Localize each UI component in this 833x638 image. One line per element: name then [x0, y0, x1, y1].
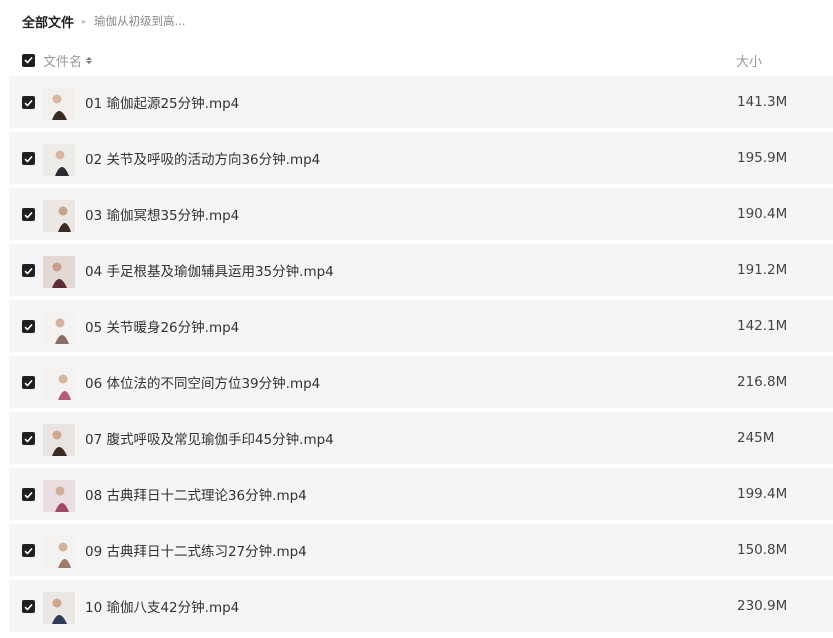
- row-checkbox[interactable]: [22, 376, 35, 389]
- select-all-checkbox[interactable]: [22, 53, 35, 67]
- check-icon: [24, 267, 33, 275]
- file-size: 199.4M: [737, 486, 788, 502]
- file-row[interactable]: 07 腹式呼吸及常见瑜伽手印45分钟.mp4 245M: [9, 412, 833, 464]
- file-row[interactable]: 09 古典拜日十二式练习27分钟.mp4 150.8M: [9, 524, 833, 576]
- video-thumbnail-icon[interactable]: [43, 592, 75, 624]
- breadcrumb-current: 瑜伽从初级到高...: [94, 14, 186, 28]
- file-size: 190.4M: [737, 206, 788, 222]
- video-thumbnail-icon[interactable]: [43, 368, 75, 400]
- file-size: 141.3M: [737, 94, 788, 110]
- file-size: 195.9M: [737, 150, 788, 166]
- row-checkbox[interactable]: [22, 320, 35, 333]
- file-name[interactable]: 07 腹式呼吸及常见瑜伽手印45分钟.mp4: [85, 428, 334, 448]
- video-thumbnail-icon[interactable]: [43, 536, 75, 568]
- file-size: 150.8M: [737, 542, 788, 558]
- row-checkbox[interactable]: [22, 152, 35, 165]
- breadcrumb-root[interactable]: 全部文件: [22, 12, 74, 31]
- row-checkbox[interactable]: [22, 432, 35, 445]
- file-name[interactable]: 05 关节暖身26分钟.mp4: [85, 316, 239, 336]
- video-thumbnail-icon[interactable]: [43, 480, 75, 512]
- row-checkbox[interactable]: [22, 208, 35, 221]
- file-size: 245M: [737, 430, 775, 446]
- file-row[interactable]: 04 手足根基及瑜伽辅具运用35分钟.mp4 191.2M: [9, 244, 833, 296]
- file-row[interactable]: 06 体位法的不同空间方位39分钟.mp4 216.8M: [9, 356, 833, 408]
- file-name[interactable]: 06 体位法的不同空间方位39分钟.mp4: [85, 372, 320, 392]
- check-icon: [24, 323, 33, 331]
- video-thumbnail-icon[interactable]: [43, 312, 75, 344]
- check-icon: [24, 155, 33, 163]
- row-checkbox[interactable]: [22, 600, 35, 613]
- row-checkbox[interactable]: [22, 96, 35, 109]
- file-name[interactable]: 02 关节及呼吸的活动方向36分钟.mp4: [85, 148, 320, 168]
- file-row[interactable]: 05 关节暖身26分钟.mp4 142.1M: [9, 300, 833, 352]
- breadcrumb: 全部文件 ▸ 瑜伽从初级到高...: [22, 11, 186, 31]
- check-icon: [24, 547, 33, 555]
- video-thumbnail-icon[interactable]: [43, 88, 75, 120]
- check-icon: [24, 491, 33, 499]
- file-row[interactable]: 02 关节及呼吸的活动方向36分钟.mp4 195.9M: [9, 132, 833, 184]
- row-checkbox[interactable]: [22, 264, 35, 277]
- file-name[interactable]: 04 手足根基及瑜伽辅具运用35分钟.mp4: [85, 260, 334, 280]
- check-icon: [24, 603, 33, 611]
- size-column-header[interactable]: 大小: [736, 51, 762, 70]
- sort-icon[interactable]: [86, 56, 93, 64]
- name-column-header[interactable]: 文件名: [43, 51, 93, 70]
- video-thumbnail-icon[interactable]: [43, 144, 75, 176]
- file-row[interactable]: 01 瑜伽起源25分钟.mp4 141.3M: [9, 76, 833, 128]
- file-row[interactable]: 03 瑜伽冥想35分钟.mp4 190.4M: [9, 188, 833, 240]
- row-checkbox[interactable]: [22, 488, 35, 501]
- check-icon: [24, 379, 33, 387]
- file-row[interactable]: 08 古典拜日十二式理论36分钟.mp4 199.4M: [9, 468, 833, 520]
- file-row[interactable]: 10 瑜伽八支42分钟.mp4 230.9M: [9, 580, 833, 632]
- video-thumbnail-icon[interactable]: [43, 424, 75, 456]
- video-thumbnail-icon[interactable]: [43, 200, 75, 232]
- check-icon: [24, 211, 33, 219]
- check-icon: [24, 99, 33, 107]
- file-name[interactable]: 01 瑜伽起源25分钟.mp4: [85, 92, 239, 112]
- file-size: 191.2M: [737, 262, 788, 278]
- name-column-label: 文件名: [43, 54, 83, 70]
- list-header: 文件名 大小: [22, 50, 833, 70]
- file-list: 01 瑜伽起源25分钟.mp4 141.3M 02 关节及呼吸的活动方向36分钟.m…: [9, 76, 833, 636]
- file-name[interactable]: 10 瑜伽八支42分钟.mp4: [85, 596, 239, 616]
- file-size: 142.1M: [737, 318, 788, 334]
- video-thumbnail-icon[interactable]: [43, 256, 75, 288]
- check-icon: [24, 435, 33, 443]
- file-name[interactable]: 09 古典拜日十二式练习27分钟.mp4: [85, 540, 307, 560]
- breadcrumb-separator-icon: ▸: [82, 16, 87, 26]
- row-checkbox[interactable]: [22, 544, 35, 557]
- file-size: 216.8M: [737, 374, 788, 390]
- file-name[interactable]: 08 古典拜日十二式理论36分钟.mp4: [85, 484, 307, 504]
- file-name[interactable]: 03 瑜伽冥想35分钟.mp4: [85, 204, 239, 224]
- check-icon: [24, 56, 33, 64]
- file-size: 230.9M: [737, 598, 788, 614]
